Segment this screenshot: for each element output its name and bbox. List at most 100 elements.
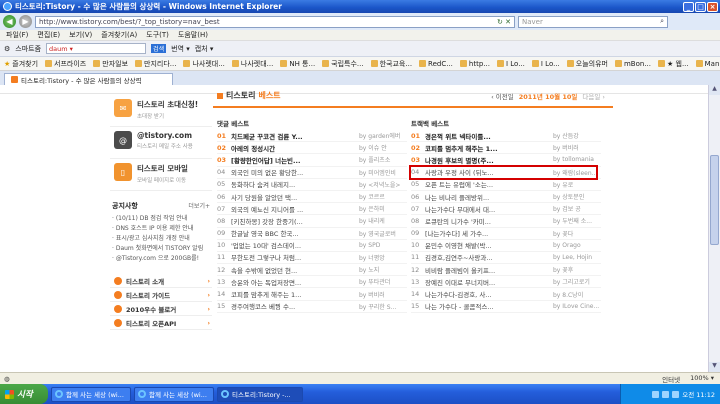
menu-tools[interactable]: 도구(T): [146, 30, 169, 40]
best-list-row[interactable]: 13 장예진 이대로 무너지버... by 그리고로기: [411, 276, 601, 289]
close-button[interactable]: ×: [707, 1, 718, 12]
row-title-link[interactable]: 김경호,김연주~사랑과...: [425, 252, 537, 262]
row-title-link[interactable]: [황량한인어답] 너는빈...: [231, 155, 343, 165]
vertical-scrollbar[interactable]: ▲ ▼: [708, 85, 720, 372]
row-title-link[interactable]: '업없는 10대' 검스데이...: [231, 240, 343, 250]
favorite-link[interactable]: Mani...: [695, 60, 720, 68]
best-list-row[interactable]: 08 로큐탄의 니가수 '카미... by 두번째 소...: [411, 215, 601, 228]
tray-icon[interactable]: [652, 390, 660, 398]
window-title-bar[interactable]: 티스토리:Tistory - 수 많은 사람들의 상상력 - Windows I…: [0, 0, 720, 13]
link-guide[interactable]: 티스토리 가이드 ›: [110, 288, 212, 302]
row-title-link[interactable]: 윤민수 이영현 채밭(박...: [425, 240, 537, 250]
search-box[interactable]: Naver ⌕: [518, 15, 668, 28]
favorite-link[interactable]: RedC...: [419, 60, 453, 68]
back-button[interactable]: ◀: [3, 15, 16, 28]
row-title-link[interactable]: 로큐탄의 니가수 '카미...: [425, 216, 537, 226]
notice-item[interactable]: · (10/11) DB 점검 작업 안내: [110, 214, 212, 224]
link-intro[interactable]: 티스토리 소개 ›: [110, 274, 212, 288]
menu-view[interactable]: 보기(V): [69, 30, 92, 40]
favorite-link[interactable]: NH 통...: [280, 59, 315, 69]
favorite-link[interactable]: 오늘의유머: [566, 59, 608, 69]
favorite-link[interactable]: 서프라이즈: [45, 59, 86, 69]
favorites-button[interactable]: ★ 즐겨찾기: [4, 59, 38, 69]
row-title-link[interactable]: 나는 비나리 플레방위...: [425, 192, 537, 202]
row-title-link[interactable]: 무한도전 그렇구나 처럼...: [231, 252, 343, 262]
row-title-link[interactable]: 승윤와 아는 독업저장면...: [231, 277, 343, 287]
best-list-row[interactable]: 12 속을 수밖에 없었던 현... by 노지: [217, 264, 407, 277]
address-bar[interactable]: http://www.tistory.com/best/?_top_tistor…: [35, 15, 515, 28]
favorite-link[interactable]: 나사렛대...: [231, 59, 273, 69]
best-list-row[interactable]: 02 아레의 정성시간 by 이슈 안: [217, 142, 407, 155]
best-list-row[interactable]: 01 치드페균 꾸코견 검륜 Y... by garden에버: [217, 130, 407, 143]
row-title-link[interactable]: 외국의 예뇨신 지니어를 ...: [231, 204, 343, 214]
scroll-down-icon[interactable]: ▼: [709, 362, 720, 372]
best-list-row[interactable]: 01 경은꺽 위트 넥타이를... by 산듬강: [411, 130, 601, 143]
menu-favorites[interactable]: 즐겨찾기(A): [101, 30, 137, 40]
best-list-row[interactable]: 02 코피를 멈추게 해주는 1... by 버비러: [411, 142, 601, 155]
forward-button[interactable]: ▶: [19, 15, 32, 28]
best-list-row[interactable]: 03 [황량한인어답] 너는빈... by 플리츠소: [217, 154, 407, 167]
notice-more-link[interactable]: 더보기+: [188, 201, 210, 211]
prev-day-link[interactable]: ‹ 이전일: [491, 91, 514, 101]
scroll-up-icon[interactable]: ▲: [709, 85, 720, 95]
best-list-row[interactable]: 08 [키친하몽] 갓장 한중기(... by 내리케: [217, 215, 407, 228]
notice-item[interactable]: · 표시/광고 심사지침 개정 안내: [110, 234, 212, 244]
link-best-blogger[interactable]: 2010우수 블로거 ›: [110, 302, 212, 316]
row-title-link[interactable]: 오픈 트는 유럽에 '소는...: [425, 179, 537, 189]
best-list-row[interactable]: 12 비비람 플레빔이 올키프... by 꽃후: [411, 264, 601, 277]
capture-button[interactable]: 캡처 ▾: [195, 44, 214, 54]
best-list-row[interactable]: 06 사기 당원을 알았던 택... by 코르르: [217, 191, 407, 204]
taskbar-item[interactable]: 함께 사는 세상 (wi...: [134, 386, 214, 402]
favorite-link[interactable]: 만자일보: [93, 59, 128, 69]
menu-edit[interactable]: 편집(E): [37, 30, 60, 40]
toolbar-search-input[interactable]: daum ▾: [46, 43, 147, 54]
menu-file[interactable]: 파일(F): [6, 30, 28, 40]
search-icon[interactable]: ⌕: [657, 17, 667, 26]
row-title-link[interactable]: 사기 당원을 알았던 택...: [231, 192, 343, 202]
row-title-link[interactable]: 아레의 정성시간: [231, 143, 343, 153]
row-title-link[interactable]: 나는가수다-김경호, 사...: [425, 289, 537, 299]
row-title-link[interactable]: 속을 수밖에 없었던 현...: [231, 265, 343, 275]
notice-item[interactable]: · @Tistory.com 으로 200GB를!: [110, 254, 212, 264]
best-list-row[interactable]: 14 나는가수다-김경호, 사... by 8.C낭이: [411, 288, 601, 301]
favorite-link[interactable]: 나사렛대...: [183, 59, 225, 69]
scroll-thumb[interactable]: [710, 155, 719, 245]
best-list-row[interactable]: 14 코피를 맘추게 해주는 1... by 버비러: [217, 288, 407, 301]
zoom-level[interactable]: 100% ▾: [690, 374, 714, 384]
sidebar-mobile[interactable]: ▯ 티스토리 모바일 모바일 페이지로 이동: [110, 159, 212, 191]
favorite-link[interactable]: mBon...: [614, 60, 651, 68]
favorite-link[interactable]: http...: [459, 60, 490, 68]
row-title-link[interactable]: 한글날 영국 BBC 한국...: [231, 228, 343, 238]
next-day-link[interactable]: 다음일 ›: [582, 91, 605, 101]
row-title-link[interactable]: 치드페균 꾸코견 검륜 Y...: [231, 131, 343, 141]
row-title-link[interactable]: [키친하몽] 갓장 한중기(...: [231, 216, 343, 226]
notice-item[interactable]: · Daum 첫화면에서 TISTORY 알림: [110, 244, 212, 254]
best-list-row[interactable]: 13 승윤와 아는 독업저장면... by 뚜타관더: [217, 276, 407, 289]
translate-button[interactable]: 번역 ▾: [171, 44, 190, 54]
row-title-link[interactable]: 코피를 멈추게 해주는 1...: [425, 143, 537, 153]
minimize-button[interactable]: _: [683, 1, 694, 12]
row-title-link[interactable]: 나경원 후보의 별명(주...: [425, 155, 537, 165]
menu-help[interactable]: 도움말(H): [178, 30, 208, 40]
refresh-icon[interactable]: ↻ ✕: [494, 18, 514, 26]
best-list-row[interactable]: 05 오픈 트는 유럽에 '소는... by 유로: [411, 179, 601, 191]
best-list-row[interactable]: 04 외국인 미의 없은 황당한... by 미어엠인비: [217, 167, 407, 179]
start-button[interactable]: 시작: [0, 384, 48, 404]
sidebar-invite[interactable]: ✉ 티스토리 초대신청! 초대장 받기: [110, 95, 212, 127]
best-list-row[interactable]: 05 동화하다 숨켜 내레지... by <저녁노을>: [217, 179, 407, 191]
maximize-button[interactable]: □: [695, 1, 706, 12]
favorite-link[interactable]: 한국교육...: [370, 59, 412, 69]
best-list-row[interactable]: 06 나는 비나리 플레방위... by 상토분인: [411, 191, 601, 204]
tray-icon[interactable]: [662, 390, 670, 398]
best-list-row[interactable]: 15 경주여행코스 베꿩 수... by 꾸리한 S...: [217, 301, 407, 313]
favorite-link[interactable]: 만지리다...: [135, 59, 176, 69]
row-title-link[interactable]: 동화하다 숨켜 내레지...: [231, 179, 343, 189]
row-title-link[interactable]: 비비람 플레빔이 올키프...: [425, 265, 537, 275]
best-list-row[interactable]: 10 윤민수 이영현 채밭(박... by Orago: [411, 240, 601, 252]
smartzoom-brand[interactable]: 스마트줌: [15, 44, 41, 54]
sidebar-mail[interactable]: @ @tistory.com 티스토리 메일 주소 사용: [110, 127, 212, 159]
row-title-link[interactable]: 경은꺽 위트 넥타이를...: [425, 131, 537, 141]
favorite-link[interactable]: 국립특수...: [322, 59, 364, 69]
best-list-row[interactable]: 07 외국의 예뇨신 지니어를 ... by 은하미: [217, 203, 407, 216]
best-list-row[interactable]: 09 [나는가수다] 세 가수... by 꽃다: [411, 228, 601, 240]
